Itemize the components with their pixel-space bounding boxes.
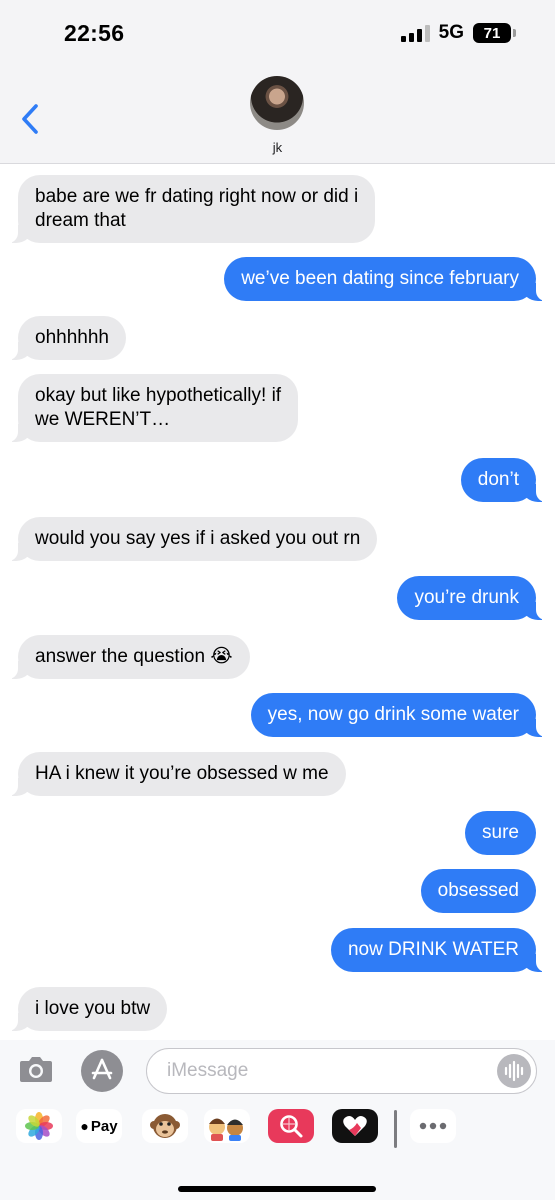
more-icon bbox=[419, 1122, 447, 1130]
message-text: okay but like hypothetically! if we WEREN… bbox=[35, 385, 282, 430]
message-text: you’re drunk bbox=[414, 587, 519, 608]
memoji-app[interactable] bbox=[204, 1109, 250, 1143]
outgoing-message[interactable]: yes, now go drink some water bbox=[250, 693, 547, 737]
camera-icon bbox=[20, 1057, 52, 1082]
image-search-icon bbox=[280, 1115, 303, 1138]
contact-name[interactable]: jk bbox=[0, 140, 555, 155]
message-text: obsessed bbox=[437, 880, 519, 901]
battery-icon: 71 bbox=[473, 23, 516, 43]
outgoing-message[interactable]: sure bbox=[465, 811, 536, 855]
incoming-message[interactable]: would you say yes if i asked you out rn bbox=[7, 517, 378, 561]
message-text: answer the question 😭 bbox=[35, 646, 233, 667]
message-text: HA i knew it you’re obsessed w me bbox=[35, 763, 329, 784]
camera-button[interactable] bbox=[18, 1054, 54, 1084]
outgoing-message[interactable]: obsessed bbox=[420, 869, 536, 913]
image-search-app[interactable] bbox=[268, 1109, 314, 1143]
animoji-app[interactable] bbox=[142, 1109, 188, 1143]
memoji-icon bbox=[209, 1118, 243, 1141]
status-bar: 22:56 5G 71 bbox=[0, 0, 555, 64]
message-text: sure bbox=[482, 822, 519, 843]
message-text: would you say yes if i asked you out rn bbox=[35, 528, 361, 549]
message-text: yes, now go drink some water bbox=[267, 704, 519, 725]
home-indicator[interactable] bbox=[178, 1186, 376, 1192]
incoming-message[interactable]: okay but like hypothetically! if we WEREN… bbox=[7, 374, 299, 442]
message-text: don’t bbox=[477, 469, 519, 490]
incoming-message[interactable]: babe are we fr dating right now or did i… bbox=[7, 175, 376, 243]
message-thread[interactable]: babe are we fr dating right now or did i… bbox=[0, 165, 555, 1040]
message-text: i love you btw bbox=[35, 998, 151, 1019]
status-indicators: 5G 71 bbox=[400, 22, 516, 44]
compose-bar bbox=[0, 1040, 555, 1102]
chevron-left-icon bbox=[22, 104, 38, 134]
audio-message-button[interactable] bbox=[497, 1054, 531, 1088]
waveform-icon bbox=[504, 1060, 524, 1082]
network-type: 5G bbox=[438, 22, 464, 43]
app-drawer-divider bbox=[394, 1110, 397, 1148]
back-button[interactable] bbox=[18, 102, 44, 136]
more-apps-button[interactable] bbox=[410, 1109, 456, 1143]
message-field[interactable] bbox=[146, 1048, 537, 1094]
outgoing-message[interactable]: don’t bbox=[460, 458, 547, 502]
apple-pay-label: Pay bbox=[90, 1117, 118, 1135]
incoming-message[interactable]: ohhhhhh bbox=[8, 316, 126, 360]
digital-touch-app[interactable] bbox=[332, 1109, 378, 1143]
incoming-message[interactable]: i love you btw bbox=[7, 987, 168, 1031]
battery-level: 71 bbox=[483, 24, 501, 42]
message-text: babe are we fr dating right now or did i… bbox=[35, 186, 359, 231]
outgoing-message[interactable]: you’re drunk bbox=[397, 576, 546, 620]
incoming-message[interactable]: HA i knew it you’re obsessed w me bbox=[8, 752, 346, 796]
photos-app[interactable] bbox=[16, 1109, 62, 1143]
app-store-button[interactable] bbox=[81, 1050, 123, 1092]
photos-icon bbox=[25, 1112, 53, 1140]
apple-pay-app[interactable]: ● Pay bbox=[76, 1109, 122, 1143]
message-text: ohhhhhh bbox=[35, 327, 109, 348]
apple-pay-icon: ● bbox=[80, 1118, 89, 1134]
message-text: now DRINK WATER bbox=[347, 939, 519, 960]
cellular-signal-icon bbox=[400, 24, 430, 42]
incoming-message[interactable]: answer the question 😭 bbox=[8, 635, 250, 679]
status-time: 22:56 bbox=[64, 20, 125, 46]
outgoing-message[interactable]: now DRINK WATER bbox=[330, 928, 547, 972]
message-input[interactable] bbox=[167, 1049, 487, 1092]
message-text: we’ve been dating since february bbox=[241, 268, 519, 289]
conversation-header: jk bbox=[0, 64, 555, 164]
imessage-app-drawer: ● Pay bbox=[0, 1102, 555, 1200]
app-store-icon bbox=[91, 1058, 113, 1080]
monkey-animoji-icon bbox=[150, 1114, 180, 1138]
digital-touch-icon bbox=[343, 1116, 367, 1136]
contact-avatar[interactable] bbox=[250, 76, 304, 130]
outgoing-message[interactable]: we’ve been dating since february bbox=[224, 257, 546, 301]
